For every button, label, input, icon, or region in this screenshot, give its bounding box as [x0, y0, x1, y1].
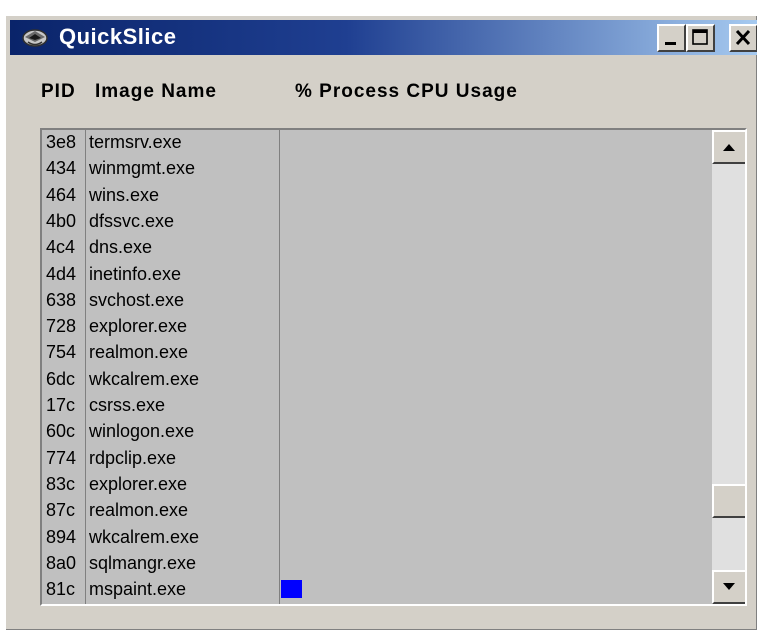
- process-pid: 81c: [46, 579, 76, 600]
- process-pid: 6dc: [46, 368, 76, 389]
- process-image-name: realmon.exe: [89, 342, 189, 363]
- process-image-name: svchost.exe: [89, 289, 185, 310]
- minimize-button[interactable]: [657, 24, 686, 52]
- maximize-icon: [692, 29, 708, 45]
- process-row[interactable]: 638 svchost.exe: [42, 288, 712, 314]
- process-image-name: wkcalrem.exe: [89, 526, 200, 547]
- process-image-name: inetinfo.exe: [89, 263, 182, 284]
- process-row[interactable]: 81c mspaint.exe: [42, 577, 712, 603]
- process-row[interactable]: 3e8 termsrv.exe: [42, 130, 712, 156]
- process-pid: 4d4: [46, 263, 77, 284]
- process-row[interactable]: 894 wkcalrem.exe: [42, 525, 712, 551]
- process-image-name: csrss.exe: [89, 395, 166, 415]
- scroll-down-button[interactable]: [712, 570, 745, 604]
- process-pid: 8a0: [46, 552, 77, 573]
- process-pid: 4b0: [46, 210, 77, 231]
- close-icon: [735, 29, 751, 46]
- process-image-name: dns.exe: [89, 237, 153, 258]
- process-row[interactable]: 60c winlogon.exe: [42, 419, 712, 445]
- process-image-name: realmon.exe: [89, 500, 189, 521]
- minimize-icon: [665, 42, 676, 45]
- window-title: QuickSlice: [59, 24, 177, 49]
- process-row[interactable]: 774 rdpclip.exe: [42, 446, 712, 472]
- column-header-pid: PID: [41, 81, 76, 102]
- process-image-name: explorer.exe: [89, 473, 188, 494]
- process-row[interactable]: 8a0 sqlmangr.exe: [42, 551, 712, 577]
- process-image-name: rdpclip.exe: [89, 447, 177, 468]
- process-pid: 3e8: [46, 132, 77, 152]
- scroll-up-button[interactable]: [712, 130, 745, 164]
- process-pid: 87c: [46, 500, 76, 521]
- process-image-name: explorer.exe: [89, 316, 188, 337]
- process-image-name: wins.exe: [89, 184, 160, 205]
- process-pid: 754: [46, 342, 77, 363]
- process-image-name: wkcalrem.exe: [89, 368, 200, 389]
- title-bar[interactable]: QuickSlice: [10, 20, 757, 55]
- process-pid: 464: [46, 184, 77, 205]
- process-row[interactable]: 4b0 dfssvc.exe: [42, 209, 712, 235]
- process-row[interactable]: 754 realmon.exe: [42, 340, 712, 366]
- process-pid: 638: [46, 289, 77, 310]
- process-row[interactable]: 4c4 dns.exe: [42, 235, 712, 261]
- process-image-name: sqlmangr.exe: [89, 552, 197, 573]
- process-image-name: mspaint.exe: [89, 579, 187, 600]
- process-row[interactable]: 4d4 inetinfo.exe: [42, 262, 712, 288]
- process-row[interactable]: 434 winmgmt.exe: [42, 156, 712, 182]
- process-pid: 17c: [46, 395, 76, 415]
- process-image-name: winmgmt.exe: [89, 158, 196, 179]
- process-pid: 4c4: [46, 237, 76, 258]
- process-row[interactable]: 17c csrss.exe: [42, 393, 712, 419]
- arrow-down-icon: [723, 583, 735, 590]
- process-pid: 774: [46, 447, 77, 468]
- process-image-name: termsrv.exe: [89, 132, 182, 152]
- arrow-up-icon: [723, 144, 735, 151]
- close-button[interactable]: [729, 24, 757, 52]
- process-image-name: dfssvc.exe: [89, 210, 175, 231]
- process-row[interactable]: 464 wins.exe: [42, 183, 712, 209]
- quickslice-app-icon[interactable]: [22, 27, 48, 49]
- cpu-usage-bar: [281, 580, 302, 599]
- process-image-name: winlogon.exe: [89, 421, 195, 442]
- process-row[interactable]: 83c explorer.exe: [42, 472, 712, 498]
- column-header-image-name: Image Name: [95, 81, 217, 102]
- quickslice-window: QuickSlice PID Image Name % Process CPU …: [5, 15, 757, 630]
- column-header-cpu-usage: % Process CPU Usage: [295, 81, 518, 102]
- process-row[interactable]: 6dc wkcalrem.exe: [42, 367, 712, 393]
- process-pid: 728: [46, 316, 77, 337]
- process-pid: 60c: [46, 421, 76, 442]
- process-row[interactable]: 728 explorer.exe: [42, 314, 712, 340]
- process-row[interactable]: 87c realmon.exe: [42, 498, 712, 524]
- maximize-button[interactable]: [686, 24, 715, 52]
- process-pid: 83c: [46, 473, 76, 494]
- process-pid: 894: [46, 526, 77, 547]
- scrollbar-thumb[interactable]: [712, 484, 745, 518]
- process-list[interactable]: 3e8 termsrv.exe 434 winmgmt.exe 464 wins.exe 4…: [40, 128, 747, 606]
- vertical-scrollbar[interactable]: [712, 130, 745, 604]
- process-pid: 434: [46, 158, 77, 179]
